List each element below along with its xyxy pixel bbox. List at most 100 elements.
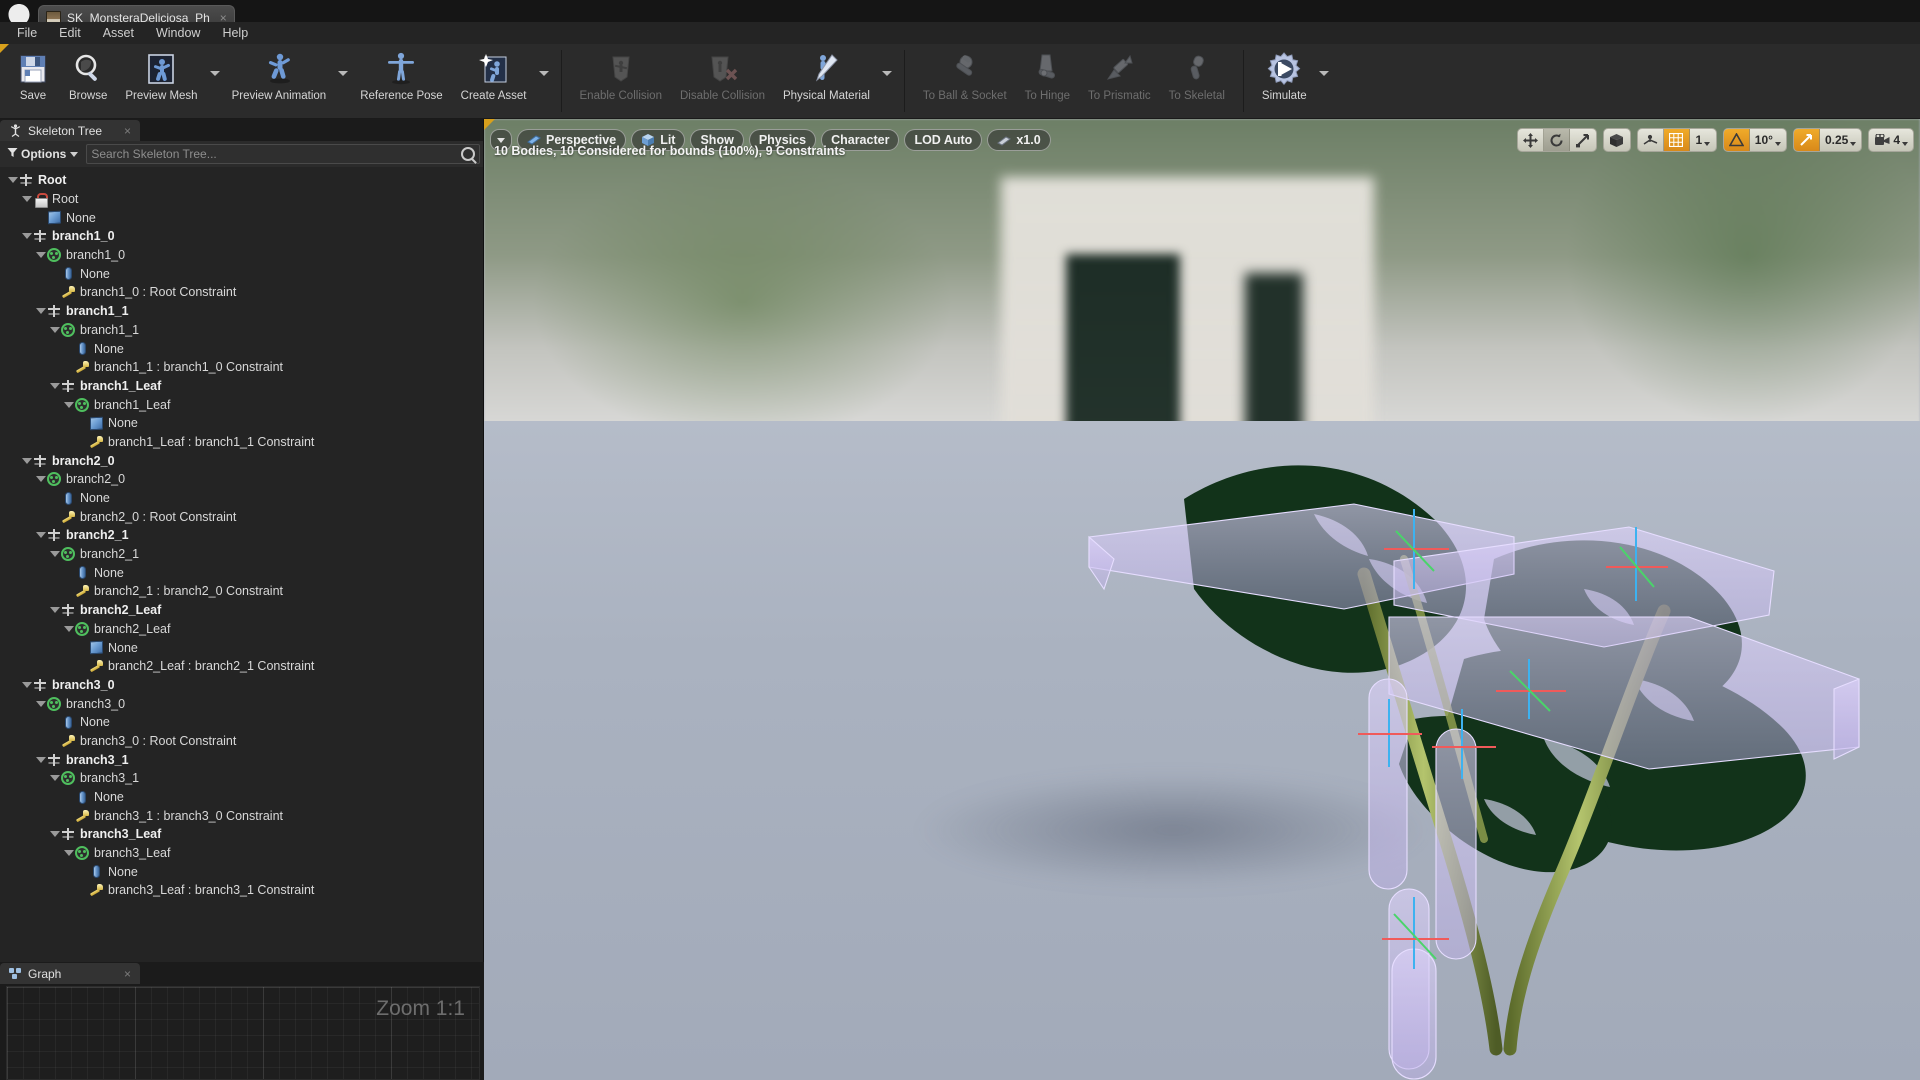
expand-arrow-icon[interactable]: [49, 605, 60, 615]
expand-arrow-icon[interactable]: [49, 829, 60, 839]
menu-asset[interactable]: Asset: [92, 24, 145, 42]
toolbar-button-create-asset[interactable]: Create Asset: [452, 44, 536, 118]
rotate-tool-button[interactable]: [1543, 129, 1570, 151]
tree-row[interactable]: branch2_1: [0, 545, 483, 564]
toolbar-dropdown-arrow[interactable]: [335, 44, 351, 118]
scale-snap-button[interactable]: [1793, 129, 1820, 151]
viewport[interactable]: Perspective Lit Show Physics Character LOD Au…: [484, 119, 1920, 1080]
search-icon[interactable]: [461, 147, 475, 161]
skeleton-tree-list[interactable]: Root Root None branch1_0 branch1_0 None branch…: [0, 167, 483, 962]
grid-snap-group-value-2[interactable]: 1: [1690, 129, 1716, 151]
chevron-down-icon[interactable]: [1704, 141, 1711, 146]
viewport-pill-x1-0[interactable]: x1.0: [987, 129, 1051, 151]
tree-row[interactable]: None: [0, 339, 483, 358]
options-button[interactable]: Options: [3, 147, 82, 161]
expand-arrow-icon[interactable]: [49, 773, 60, 783]
close-icon[interactable]: ×: [110, 124, 131, 138]
move-tool-button[interactable]: [1518, 129, 1544, 151]
chevron-down-icon[interactable]: [1774, 141, 1781, 146]
tree-row[interactable]: None: [0, 414, 483, 433]
tree-row[interactable]: None: [0, 489, 483, 508]
toolbar-dropdown-arrow[interactable]: [207, 44, 223, 118]
expand-arrow-icon[interactable]: [35, 755, 46, 765]
toolbar-button-preview-animation[interactable]: Preview Animation: [223, 44, 336, 118]
toolbar-dropdown-arrow[interactable]: [879, 44, 895, 118]
toolbar-button-save[interactable]: Save: [6, 44, 60, 118]
expand-arrow-icon[interactable]: [21, 194, 32, 204]
tree-row[interactable]: None: [0, 638, 483, 657]
menu-file[interactable]: File: [6, 24, 48, 42]
tab-graph[interactable]: Graph ×: [0, 963, 140, 984]
tree-row[interactable]: None: [0, 563, 483, 582]
grid-snap-button[interactable]: [1663, 129, 1690, 151]
tree-row[interactable]: None: [0, 264, 483, 283]
world-coords-button[interactable]: [1604, 129, 1630, 151]
tree-row[interactable]: branch1_Leaf: [0, 377, 483, 396]
expand-arrow-icon[interactable]: [49, 381, 60, 391]
expand-arrow-icon[interactable]: [35, 306, 46, 316]
tree-row[interactable]: None: [0, 208, 483, 227]
tree-row[interactable]: None: [0, 788, 483, 807]
tree-row[interactable]: branch3_0: [0, 676, 483, 695]
expand-arrow-icon[interactable]: [63, 400, 74, 410]
expand-arrow-icon[interactable]: [49, 549, 60, 559]
camera-speed-button[interactable]: 4: [1869, 129, 1913, 151]
tree-row[interactable]: branch2_0: [0, 470, 483, 489]
menu-help[interactable]: Help: [211, 24, 259, 42]
tree-row[interactable]: branch2_1 : branch2_0 Constraint: [0, 582, 483, 601]
tree-row[interactable]: None: [0, 862, 483, 881]
tree-row[interactable]: branch3_1: [0, 750, 483, 769]
tree-row[interactable]: branch1_Leaf: [0, 395, 483, 414]
toolbar-button-browse[interactable]: Browse: [60, 44, 116, 118]
tree-row[interactable]: branch3_0 : Root Constraint: [0, 732, 483, 751]
tree-row[interactable]: Root: [0, 171, 483, 190]
expand-arrow-icon[interactable]: [21, 456, 32, 466]
close-icon[interactable]: ×: [110, 967, 131, 981]
tree-row[interactable]: branch1_0 : Root Constraint: [0, 283, 483, 302]
tree-row[interactable]: branch1_Leaf : branch1_1 Constraint: [0, 433, 483, 452]
expand-arrow-icon[interactable]: [63, 848, 74, 858]
tree-row[interactable]: None: [0, 713, 483, 732]
expand-arrow-icon[interactable]: [7, 175, 18, 185]
surface-snap-button[interactable]: [1638, 129, 1664, 151]
expand-arrow-icon[interactable]: [35, 250, 46, 260]
tree-row[interactable]: branch1_1 : branch1_0 Constraint: [0, 358, 483, 377]
angle-snap-group-value-1[interactable]: 10°: [1750, 129, 1786, 151]
search-input[interactable]: [91, 147, 457, 161]
tab-skeleton-tree[interactable]: Skeleton Tree ×: [0, 120, 140, 141]
tree-row[interactable]: branch2_Leaf: [0, 620, 483, 639]
chevron-down-icon[interactable]: [1850, 141, 1857, 146]
expand-arrow-icon[interactable]: [21, 680, 32, 690]
viewport-pill-lod-auto[interactable]: LOD Auto: [904, 129, 983, 151]
tree-row[interactable]: branch1_0: [0, 227, 483, 246]
tree-row[interactable]: branch3_Leaf: [0, 844, 483, 863]
angle-snap-button[interactable]: [1723, 129, 1750, 151]
search-skeleton-tree-box[interactable]: [86, 144, 480, 164]
expand-arrow-icon[interactable]: [35, 530, 46, 540]
tree-row[interactable]: branch2_1: [0, 526, 483, 545]
toolbar-dropdown-arrow[interactable]: [536, 44, 552, 118]
graph-canvas[interactable]: Zoom 1:1: [6, 986, 480, 1080]
tree-row[interactable]: branch2_Leaf : branch2_1 Constraint: [0, 657, 483, 676]
expand-arrow-icon[interactable]: [21, 231, 32, 241]
toolbar-button-simulate[interactable]: Simulate: [1253, 44, 1316, 118]
toolbar-button-preview-mesh[interactable]: Preview Mesh: [116, 44, 206, 118]
scale-snap-group-value-1[interactable]: 0.25: [1820, 129, 1861, 151]
tree-row[interactable]: Root: [0, 190, 483, 209]
expand-arrow-icon[interactable]: [49, 325, 60, 335]
tree-row[interactable]: branch2_0 : Root Constraint: [0, 507, 483, 526]
menu-edit[interactable]: Edit: [48, 24, 92, 42]
expand-arrow-icon[interactable]: [35, 474, 46, 484]
chevron-down-icon[interactable]: [1902, 141, 1908, 146]
tree-row[interactable]: branch3_1: [0, 769, 483, 788]
expand-arrow-icon[interactable]: [63, 624, 74, 634]
tree-row[interactable]: branch1_0: [0, 246, 483, 265]
expand-arrow-icon[interactable]: [35, 699, 46, 709]
tree-row[interactable]: branch3_Leaf : branch3_1 Constraint: [0, 881, 483, 900]
tree-row[interactable]: branch3_0: [0, 694, 483, 713]
tree-row[interactable]: branch2_0: [0, 451, 483, 470]
toolbar-dropdown-arrow[interactable]: [1316, 44, 1332, 118]
scale-tool-button[interactable]: [1570, 129, 1596, 151]
tree-row[interactable]: branch1_1: [0, 321, 483, 340]
toolbar-button-physical-material[interactable]: Physical Material: [774, 44, 879, 118]
